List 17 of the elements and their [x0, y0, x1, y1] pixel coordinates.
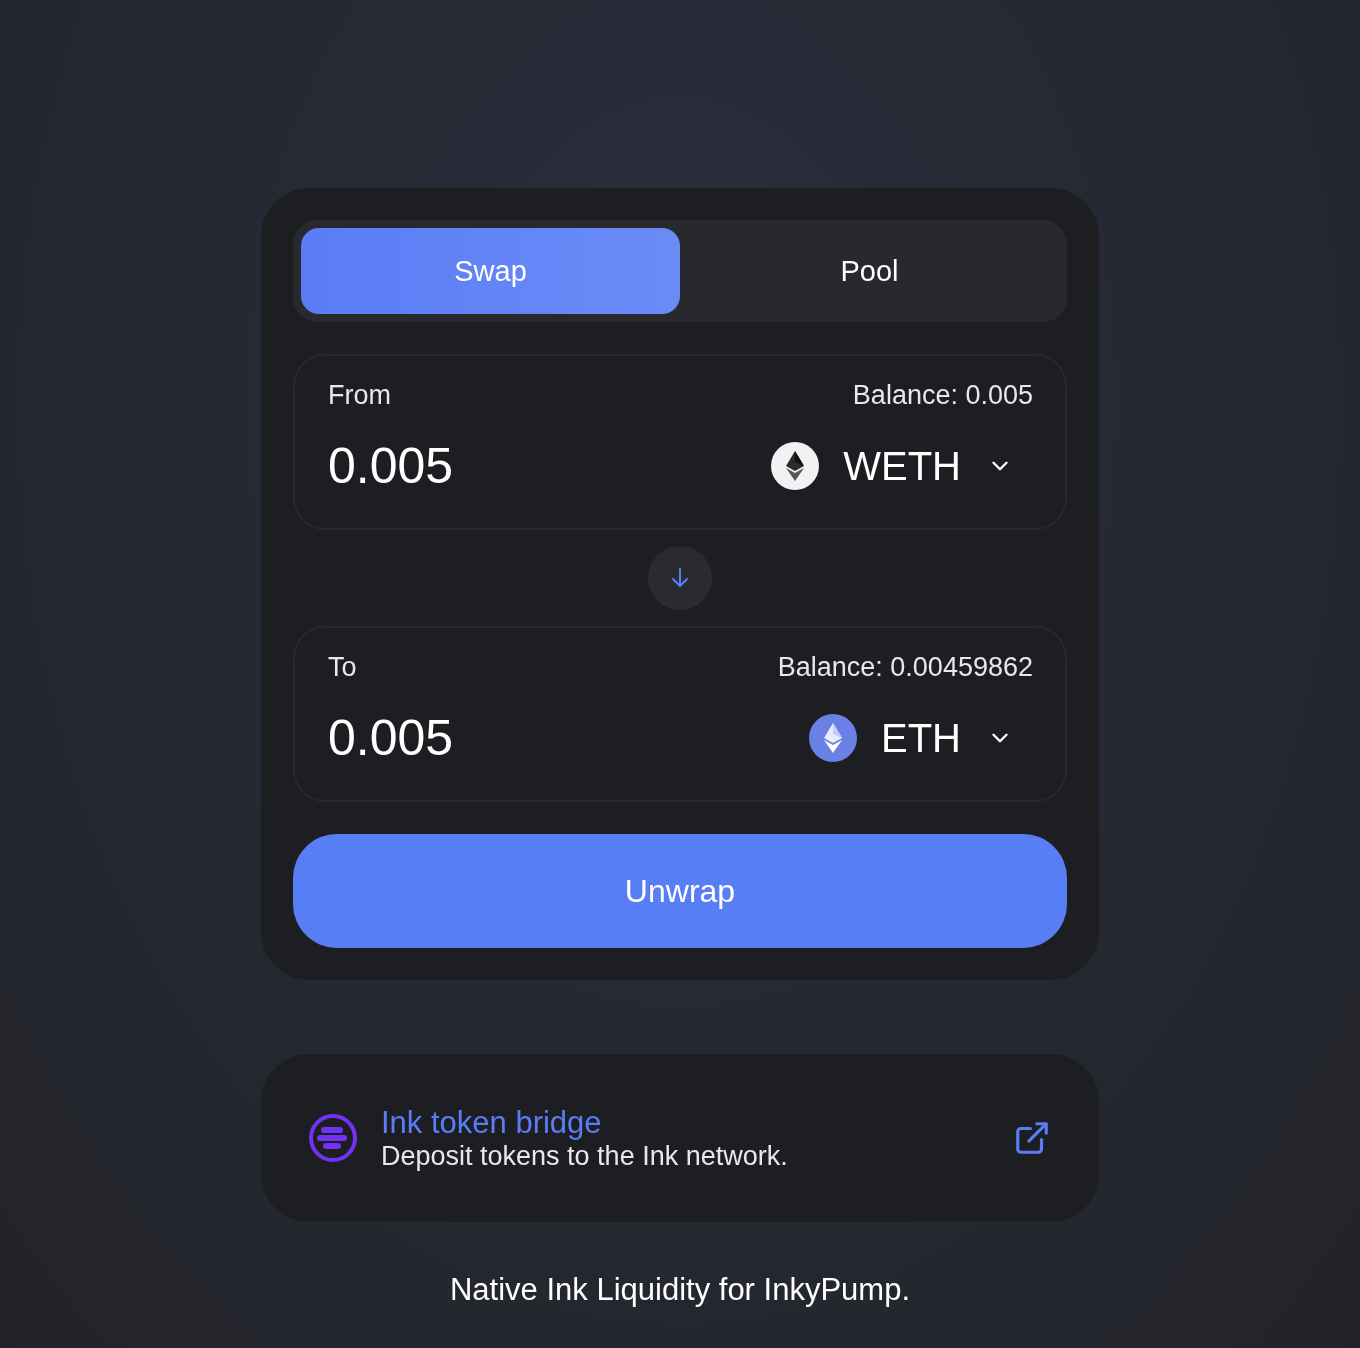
unwrap-button[interactable]: Unwrap: [293, 834, 1067, 948]
token-selector[interactable]: WETH: [771, 442, 1033, 490]
panel-label: From: [328, 380, 391, 411]
token-selector[interactable]: ETH: [809, 714, 1033, 762]
ethereum-coin-icon: [809, 714, 857, 762]
panel-label: To: [328, 652, 357, 683]
tab[interactable]: Pool: [680, 228, 1059, 314]
balance-text: Balance: 0.00459862: [777, 652, 1033, 683]
amount-value: 0.005: [328, 437, 454, 495]
bridge-description: Deposit tokens to the Ink network.: [381, 1140, 789, 1172]
external-link-icon[interactable]: [1013, 1119, 1051, 1157]
ethereum-coin-icon: [771, 442, 820, 490]
amount-value: 0.005: [328, 709, 454, 767]
bridge-link[interactable]: Ink token bridge: [381, 1104, 602, 1141]
balance-text: Balance: 0.005: [852, 380, 1033, 411]
ink-logo-icon: [309, 1114, 357, 1162]
tagline: Native Ink Liquidity for InkyPump.: [449, 1272, 910, 1308]
